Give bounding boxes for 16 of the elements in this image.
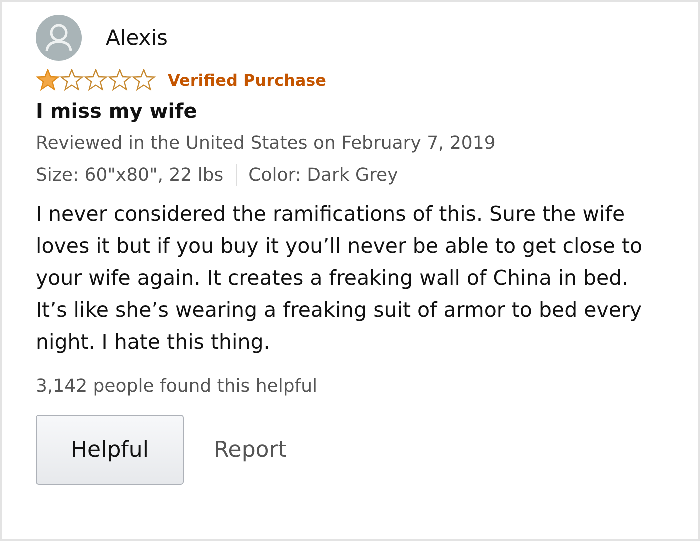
star-icon	[60, 69, 84, 91]
star-icon	[36, 69, 60, 91]
avatar-icon	[36, 15, 82, 61]
review-title[interactable]: I miss my wife	[36, 99, 678, 123]
star-icon	[132, 69, 156, 91]
helpful-count: 3,142 people found this helpful	[36, 376, 319, 397]
product-attribute[interactable]: Color: Dark Grey	[248, 164, 398, 186]
star-icon	[108, 69, 132, 91]
star-icon	[84, 69, 108, 91]
product-attribute[interactable]: Size: 60"x80", 22 lbs	[36, 164, 224, 186]
review-text: I never considered the ramifications of this. Sure the wife loves it but if you buy it you’ll never be able to get close to your wife again. It creates a freaking wall of China in bed. It’s like she’s wearing a freaking suit of armor to bed every night. I hate this thing.	[36, 201, 644, 356]
verified-purchase-label: Verified Purchase	[168, 70, 327, 90]
review-date: Reviewed in the United States on February 7, 2019	[36, 133, 497, 154]
author-name: Alexis	[106, 26, 168, 50]
report-link[interactable]: Report	[214, 438, 287, 462]
helpful-button[interactable]: Helpful	[36, 415, 184, 485]
